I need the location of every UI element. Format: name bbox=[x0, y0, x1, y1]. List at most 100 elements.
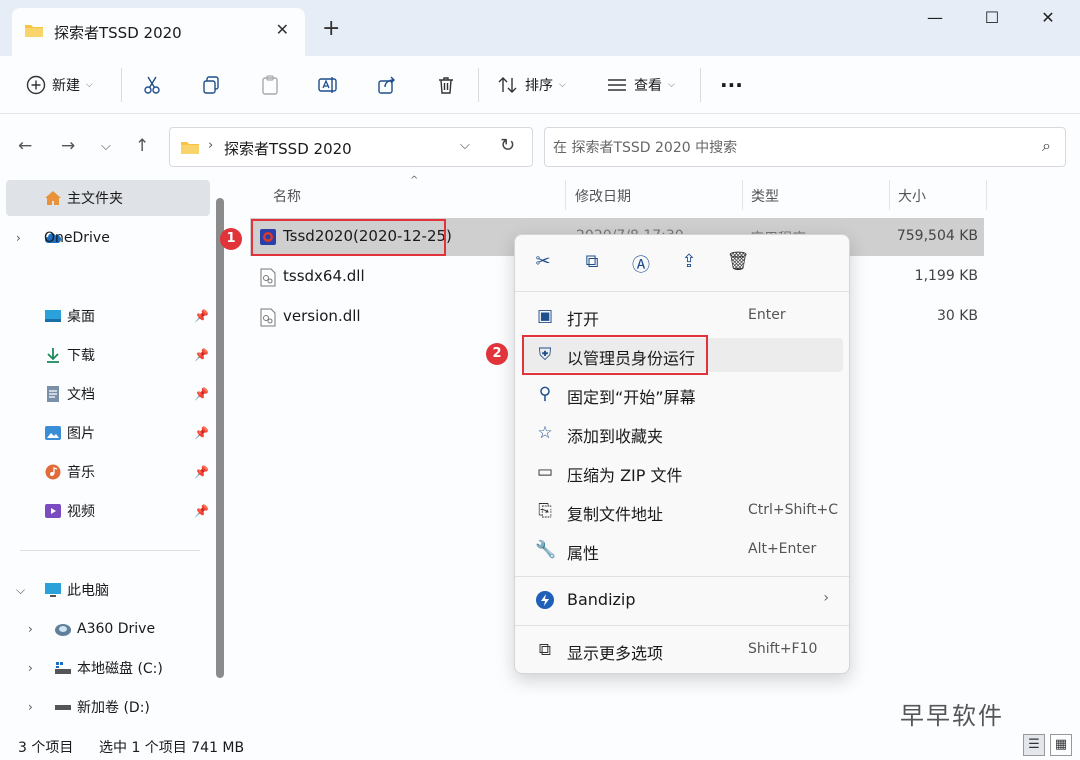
search-box[interactable]: ⌕ bbox=[544, 127, 1066, 167]
paste-button[interactable] bbox=[260, 70, 280, 100]
sidebar-item-pictures[interactable]: 图片 📌 bbox=[6, 415, 210, 451]
search-icon[interactable]: ⌕ bbox=[1042, 136, 1051, 156]
sidebar-item-onedrive[interactable]: › OneDrive bbox=[6, 220, 210, 256]
search-input[interactable] bbox=[553, 136, 1013, 160]
sidebar-item-label: 本地磁盘 (C:) bbox=[77, 661, 163, 677]
sidebar-scrollbar[interactable] bbox=[216, 198, 224, 678]
title-bar: 探索者TSSD 2020 ✕ + — ☐ ✕ bbox=[0, 0, 1080, 62]
new-tab-button[interactable]: + bbox=[322, 17, 340, 41]
tab-close-button[interactable]: ✕ bbox=[276, 20, 289, 39]
sidebar-item-music[interactable]: 音乐 📌 bbox=[6, 454, 210, 490]
plus-circle-icon bbox=[26, 75, 46, 95]
sidebar-item-volume-d[interactable]: › 新加卷 (D:) bbox=[6, 689, 210, 725]
back-arrow-icon[interactable]: ← bbox=[18, 136, 32, 156]
column-divider[interactable] bbox=[986, 180, 987, 210]
wrench-icon: 🔧 bbox=[535, 540, 557, 560]
sidebar-item-desktop[interactable]: 桌面 📌 bbox=[6, 298, 210, 334]
sort-icon bbox=[498, 77, 517, 93]
sidebar-item-label: 下载 bbox=[67, 348, 95, 364]
close-window-button[interactable]: ✕ bbox=[1028, 8, 1068, 27]
tiles-view-button[interactable]: ▦ bbox=[1050, 734, 1072, 756]
new-button[interactable]: 新建 ⌵ bbox=[26, 70, 93, 100]
copy-icon[interactable]: ⧉ bbox=[580, 251, 604, 275]
view-button[interactable]: 查看 ⌵ bbox=[606, 70, 675, 100]
menu-item-pin-to-start[interactable]: ⚲ 固定到“开始”屏幕 bbox=[523, 377, 843, 411]
pin-icon[interactable]: 📌 bbox=[194, 426, 209, 440]
a360-drive-icon bbox=[55, 624, 71, 636]
sort-button[interactable]: 排序 ⌵ bbox=[497, 70, 566, 100]
pin-icon[interactable]: 📌 bbox=[194, 504, 209, 518]
pin-icon[interactable]: 📌 bbox=[194, 387, 209, 401]
menu-item-bandizip[interactable]: Bandizip › bbox=[523, 583, 843, 617]
expand-chevron-icon[interactable]: › bbox=[28, 622, 33, 636]
rename-button[interactable] bbox=[318, 70, 340, 100]
column-divider[interactable] bbox=[889, 180, 890, 210]
breadcrumb-current[interactable]: 探索者TSSD 2020 bbox=[224, 138, 352, 159]
column-header-type[interactable]: 类型 bbox=[751, 186, 779, 206]
forward-arrow-icon[interactable]: → bbox=[61, 136, 75, 156]
menu-item-more-options[interactable]: ⧉ 显示更多选项 Shift+F10 bbox=[523, 633, 843, 667]
menu-item-open[interactable]: ▣ 打开 Enter bbox=[523, 299, 843, 333]
pin-icon[interactable]: 📌 bbox=[194, 465, 209, 479]
file-size: 1,199 KB bbox=[914, 268, 978, 284]
see-more-button[interactable]: ··· bbox=[720, 70, 743, 100]
share-icon[interactable]: ⇪ bbox=[677, 251, 701, 275]
expand-chevron-icon[interactable]: › bbox=[16, 231, 21, 245]
pin-icon[interactable]: 📌 bbox=[194, 309, 209, 323]
file-size: 759,504 KB bbox=[896, 228, 978, 244]
sidebar-item-videos[interactable]: 视频 📌 bbox=[6, 493, 210, 529]
column-divider[interactable] bbox=[742, 180, 743, 210]
up-arrow-icon[interactable]: ↑ bbox=[135, 136, 149, 156]
status-bar: 3 个项目 选中 1 个项目 741 MB bbox=[0, 730, 1080, 760]
menu-item-copy-path[interactable]: ⎘ 复制文件地址 Ctrl+Shift+C bbox=[523, 494, 843, 528]
pin-icon[interactable]: 📌 bbox=[194, 348, 209, 362]
sidebar-item-local-disk-c[interactable]: › 本地磁盘 (C:) bbox=[6, 650, 210, 686]
refresh-icon[interactable]: ↻ bbox=[500, 135, 515, 156]
menu-item-label: 属性 bbox=[567, 544, 600, 563]
trash-icon bbox=[439, 77, 453, 94]
submenu-chevron-icon: › bbox=[823, 590, 829, 606]
copy-button[interactable] bbox=[201, 70, 221, 100]
column-header-size[interactable]: 大小 bbox=[898, 186, 926, 206]
address-dropdown-icon[interactable]: ⌵ bbox=[460, 138, 470, 153]
delete-button[interactable] bbox=[436, 70, 456, 100]
collapse-chevron-icon[interactable]: ⌵ bbox=[16, 583, 25, 598]
menu-item-properties[interactable]: 🔧 属性 Alt+Enter bbox=[523, 533, 843, 567]
details-view-button[interactable]: ☰ bbox=[1023, 734, 1045, 756]
trash-icon[interactable]: 🗑 bbox=[726, 251, 750, 275]
context-quick-actions: ✂ ⧉ Ⓐ ⇪ 🗑 bbox=[515, 235, 851, 291]
maximize-button[interactable]: ☐ bbox=[972, 8, 1012, 27]
menu-item-zip[interactable]: ▭ 压缩为 ZIP 文件 bbox=[523, 455, 843, 489]
sidebar-item-documents[interactable]: 文档 📌 bbox=[6, 376, 210, 412]
sidebar-item-label: 主文件夹 bbox=[67, 191, 123, 207]
rename-icon bbox=[318, 77, 337, 93]
menu-shortcut: Shift+F10 bbox=[748, 641, 818, 657]
step-badge-2: 2 bbox=[486, 343, 508, 365]
address-bar[interactable]: › 探索者TSSD 2020 ⌵ ↻ bbox=[169, 127, 533, 167]
sidebar-item-this-pc[interactable]: ⌵ 此电脑 bbox=[6, 572, 210, 608]
recent-locations-chevron-icon[interactable]: ⌵ bbox=[101, 139, 111, 154]
column-header-modified[interactable]: 修改日期 bbox=[575, 186, 631, 206]
toolbar-divider bbox=[121, 68, 122, 102]
expand-chevron-icon[interactable]: › bbox=[28, 700, 33, 714]
expand-chevron-icon[interactable]: › bbox=[28, 661, 33, 675]
cut-icon[interactable]: ✂ bbox=[531, 251, 555, 275]
column-header-name[interactable]: 名称 bbox=[273, 186, 301, 206]
minimize-button[interactable]: — bbox=[915, 8, 955, 27]
sidebar-item-a360-drive[interactable]: › A360 Drive bbox=[6, 611, 210, 647]
dll-file-icon bbox=[260, 308, 276, 327]
command-bar: 新建 ⌵ 排序 ⌵ 查看 ⌵ ··· bbox=[0, 56, 1080, 114]
rename-icon[interactable]: Ⓐ bbox=[629, 251, 653, 276]
menu-item-add-favorites[interactable]: ☆ 添加到收藏夹 bbox=[523, 416, 843, 450]
share-button[interactable] bbox=[377, 70, 397, 100]
pin-icon: ⚲ bbox=[538, 384, 552, 404]
column-divider[interactable] bbox=[565, 180, 566, 210]
view-label: 查看 bbox=[634, 78, 662, 94]
sidebar-item-downloads[interactable]: 下载 📌 bbox=[6, 337, 210, 373]
cut-button[interactable] bbox=[142, 70, 162, 100]
sidebar-item-home[interactable]: 主文件夹 bbox=[6, 180, 210, 216]
video-icon bbox=[45, 504, 61, 518]
tab-active[interactable]: 探索者TSSD 2020 ✕ bbox=[12, 8, 305, 56]
zip-folder-icon: ▭ bbox=[536, 462, 554, 482]
breadcrumb-chevron-icon[interactable]: › bbox=[208, 138, 213, 153]
